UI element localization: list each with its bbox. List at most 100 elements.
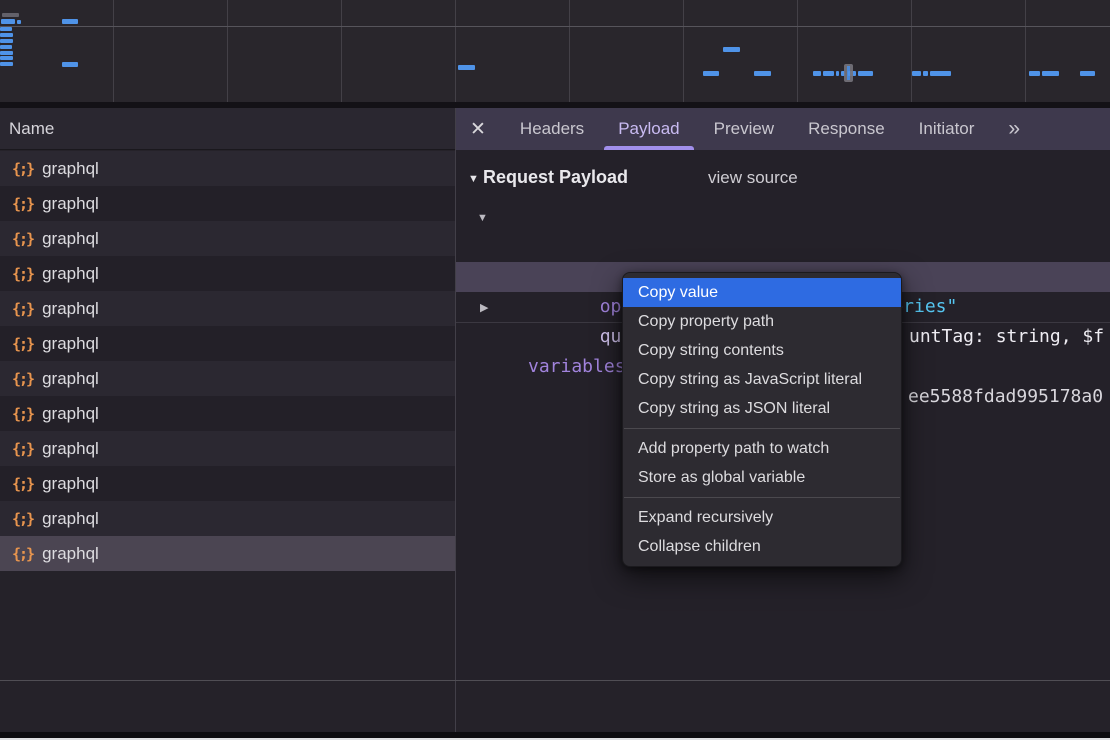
waterfall-bar <box>1029 71 1040 76</box>
json-fetch-icon: {;} <box>12 405 33 423</box>
waterfall-bar <box>0 45 12 49</box>
network-request-row[interactable]: {;}graphql <box>0 151 455 186</box>
json-fetch-icon: {;} <box>12 510 33 528</box>
timeline-gridline <box>1025 0 1026 102</box>
network-request-row[interactable]: {;}graphql <box>0 361 455 396</box>
network-request-row[interactable]: {;} graphql <box>0 256 455 291</box>
json-fetch-icon: {;} <box>12 370 33 388</box>
context-menu: Copy valueCopy property pathCopy string … <box>622 272 902 567</box>
waterfall-bar <box>0 27 12 31</box>
more-tabs-icon[interactable]: » <box>1008 117 1018 141</box>
waterfall-bar <box>62 62 78 67</box>
json-fetch-icon: {;} <box>12 475 33 493</box>
network-request-row[interactable]: {;}graphql <box>0 536 455 571</box>
request-name-label: graphql <box>42 474 99 494</box>
close-icon[interactable]: ✕ <box>470 118 486 141</box>
timeline-gridline <box>455 0 456 102</box>
tab-payload[interactable]: Payload <box>618 108 679 150</box>
menu-item-collapse-children[interactable]: Collapse children <box>623 532 901 561</box>
waterfall-bar <box>1080 71 1095 76</box>
waterfall-bar <box>1 19 15 24</box>
waterfall-bar <box>0 56 13 60</box>
json-fetch-icon: {;} <box>12 440 33 458</box>
waterfall-bar <box>723 47 740 52</box>
request-name-label: graphql <box>42 404 99 424</box>
menu-item-copy-string-as-javascript-literal[interactable]: Copy string as JavaScript literal <box>623 365 901 394</box>
waterfall-bar <box>17 20 21 24</box>
json-fetch-icon: {;} <box>12 265 33 283</box>
request-name-label: graphql <box>42 509 99 529</box>
waterfall-bar <box>836 71 839 76</box>
property-value-fragment: ee5588fdad995178a0 <box>908 382 1103 412</box>
name-column-label: Name <box>9 119 54 139</box>
waterfall-bar <box>858 71 873 76</box>
timeline-gridline <box>797 0 798 102</box>
network-request-row[interactable]: {;} graphql <box>0 221 455 256</box>
menu-item-add-property-path-to-watch[interactable]: Add property path to watch <box>623 434 901 463</box>
menu-item-copy-value[interactable]: Copy value <box>623 278 901 307</box>
chevron-down-icon[interactable]: ▼ <box>468 173 479 185</box>
waterfall-bar <box>458 65 475 70</box>
waterfall-bar <box>0 62 13 66</box>
menu-divider <box>624 428 900 429</box>
name-column-header[interactable]: Name <box>0 108 455 150</box>
timeline-gridline <box>911 0 912 102</box>
waterfall-bar <box>813 71 821 76</box>
network-request-row[interactable]: {;} graphql <box>0 501 455 536</box>
payload-operationname-row[interactable]: operationName: "ipFlowTimeseries" <box>456 232 1110 262</box>
requests-list: {;} graphql {;} graphql {;} graphql {;} graphql… <box>0 151 455 571</box>
property-value-fragment: untTag: string, $f <box>909 322 1104 352</box>
json-fetch-icon: {;} <box>12 160 33 178</box>
request-name-label: graphql <box>42 229 99 249</box>
timeline-divider-line <box>0 26 1110 27</box>
network-request-row[interactable]: {;} graphql <box>0 291 455 326</box>
request-name-label: graphql <box>42 264 99 284</box>
menu-item-copy-string-as-json-literal[interactable]: Copy string as JSON literal <box>623 394 901 423</box>
json-fetch-icon: {;} <box>12 230 33 248</box>
json-fetch-icon: {;} <box>12 300 33 318</box>
chevron-down-icon[interactable]: ▼ <box>477 203 488 233</box>
waterfall-bar <box>754 71 771 76</box>
network-request-row[interactable]: {;} graphql <box>0 431 455 466</box>
menu-item-expand-recursively[interactable]: Expand recursively <box>623 503 901 532</box>
network-request-row[interactable]: {;}graphql <box>0 186 455 221</box>
footer-divider <box>0 680 1110 681</box>
network-request-row[interactable]: {;} graphql <box>0 326 455 361</box>
waterfall-bar <box>923 71 928 76</box>
waterfall-bar <box>912 71 921 76</box>
chevron-right-icon[interactable]: ▶ <box>480 293 488 323</box>
menu-item-store-as-global-variable[interactable]: Store as global variable <box>623 463 901 492</box>
network-request-row[interactable]: {;} graphql <box>0 466 455 501</box>
network-overview-timeline[interactable] <box>0 0 1110 102</box>
timeline-selection-marker[interactable] <box>844 64 853 82</box>
detail-tab-bar: ✕ Headers Payload Preview Response Initiator… <box>456 108 1110 150</box>
json-fetch-icon: {;} <box>12 195 33 213</box>
request-name-label: graphql <box>42 334 99 354</box>
menu-divider <box>624 497 900 498</box>
payload-root-row[interactable]: ▼ {operationName: "ipFlowTimeseries", va… <box>456 202 1110 232</box>
timeline-gridline <box>341 0 342 102</box>
json-fetch-icon: {;} <box>12 545 33 563</box>
request-name-label: graphql <box>42 299 99 319</box>
section-title: Request Payload <box>483 167 628 188</box>
waterfall-bar <box>823 71 834 76</box>
menu-item-copy-property-path[interactable]: Copy property path <box>623 307 901 336</box>
waterfall-bar <box>930 71 951 76</box>
waterfall-bar <box>62 19 78 24</box>
network-request-row[interactable]: {;} graphql <box>0 396 455 431</box>
tab-headers[interactable]: Headers <box>520 108 584 150</box>
request-name-label: graphql <box>42 439 99 459</box>
waterfall-bar <box>2 13 19 17</box>
request-payload-section-header: ▼ Request Payload view source <box>456 165 1110 195</box>
waterfall-bar <box>0 51 13 55</box>
tab-response[interactable]: Response <box>808 108 885 150</box>
menu-item-copy-string-contents[interactable]: Copy string contents <box>623 336 901 365</box>
view-source-link[interactable]: view source <box>708 168 798 188</box>
timeline-gridline <box>569 0 570 102</box>
tab-preview[interactable]: Preview <box>714 108 774 150</box>
json-fetch-icon: {;} <box>12 335 33 353</box>
waterfall-bar <box>0 39 13 43</box>
timeline-gridline <box>227 0 228 102</box>
waterfall-bar <box>1042 71 1059 76</box>
tab-initiator[interactable]: Initiator <box>919 108 975 150</box>
